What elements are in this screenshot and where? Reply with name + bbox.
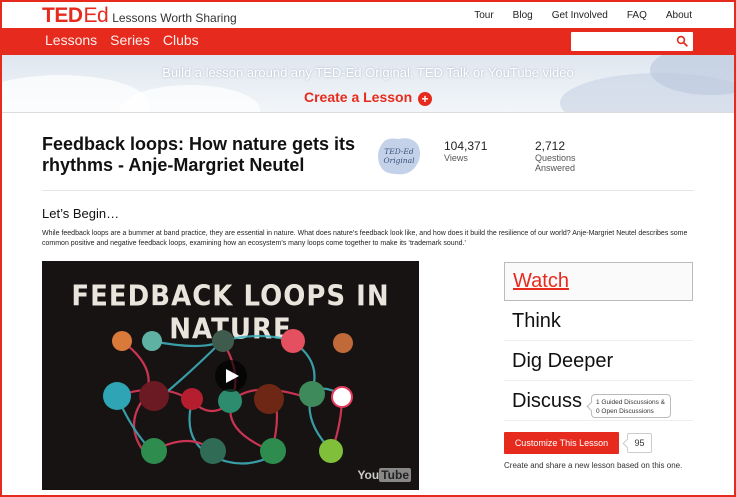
create-lesson-link[interactable]: Create a Lesson + — [0, 89, 736, 106]
node-icon — [212, 330, 234, 352]
tab-think[interactable]: Think — [504, 301, 693, 341]
banner-text: Build a lesson around any TED-Ed Origina… — [162, 65, 574, 80]
nav-clubs[interactable]: Clubs — [163, 32, 199, 48]
divider — [42, 190, 694, 191]
video-player[interactable]: FEEDBACK LOOPS IN NATURE You Tube — [42, 261, 419, 490]
lets-begin-heading: Let’s Begin… — [42, 206, 120, 221]
plus-icon: + — [418, 92, 433, 106]
feedback-loop-illustration — [103, 329, 353, 465]
youtube-logo[interactable]: You Tube — [357, 468, 411, 482]
logo-ed: Ed — [83, 4, 109, 27]
search-icon[interactable] — [676, 35, 688, 47]
ted-ed-logo[interactable]: TED Ed Lessons Worth Sharing — [42, 4, 237, 28]
discussion-count-bubble: 1 Guided Discussions & 0 Open Discussion… — [591, 394, 671, 418]
node-icon — [218, 389, 242, 413]
questions-count: 2,712 — [535, 139, 566, 153]
main-nav-bar: Lessons Series Clubs — [0, 28, 736, 55]
customize-count-badge: 95 — [627, 433, 652, 453]
main-nav: Lessons Series Clubs — [45, 32, 199, 48]
customize-lesson-button[interactable]: Customize This Lesson — [504, 432, 619, 454]
tab-watch[interactable]: Watch — [504, 262, 693, 301]
node-icon — [142, 331, 162, 351]
node-icon — [181, 388, 203, 410]
node-icon — [254, 384, 284, 414]
search-box — [571, 32, 693, 52]
questions-label-1: Questions — [535, 153, 576, 163]
node-icon — [112, 331, 132, 351]
search-input[interactable] — [571, 32, 671, 52]
create-lesson-label: Create a Lesson — [303, 89, 413, 105]
topnav-blog[interactable]: Blog — [513, 10, 533, 21]
logo-tagline: Lessons Worth Sharing — [112, 11, 237, 25]
views-label: Views — [444, 153, 468, 163]
lesson-title: Feedback loops: How nature gets its rhyt… — [42, 134, 356, 175]
topnav-tour[interactable]: Tour — [474, 10, 493, 21]
logo-ted: TED — [42, 4, 83, 27]
node-icon — [260, 438, 286, 464]
tab-dig-deeper[interactable]: Dig Deeper — [504, 341, 693, 381]
node-icon — [333, 333, 353, 353]
questions-stat: 2,712 Questions Answered — [535, 139, 576, 173]
node-icon — [281, 329, 305, 353]
views-stat: 104,371 Views — [444, 139, 487, 163]
node-icon — [103, 382, 131, 410]
node-icon — [139, 381, 169, 411]
nav-lessons[interactable]: Lessons — [45, 32, 97, 48]
guided-discussions-count: 1 Guided Discussions & — [596, 399, 666, 406]
open-discussions-count: 0 Open Discussions — [596, 408, 654, 415]
node-icon — [141, 438, 167, 464]
node-icon — [319, 439, 343, 463]
top-nav: Tour Blog Get Involved FAQ About — [474, 10, 692, 21]
top-bar: TED Ed Lessons Worth Sharing Tour Blog G… — [0, 0, 736, 28]
badge-line-2: Original — [383, 156, 415, 165]
node-icon — [331, 386, 353, 408]
customize-note: Create and share a new lesson based on t… — [504, 461, 683, 470]
lesson-description: While feedback loops are a bummer at ban… — [42, 230, 688, 247]
node-icon — [299, 381, 325, 407]
ted-ed-original-badge: TED-Ed Original — [378, 138, 421, 175]
create-lesson-banner: Build a lesson around any TED-Ed Origina… — [0, 55, 736, 113]
topnav-about[interactable]: About — [666, 10, 692, 21]
badge-line-1: TED-Ed — [384, 147, 414, 156]
topnav-get-involved[interactable]: Get Involved — [552, 10, 608, 21]
topnav-faq[interactable]: FAQ — [627, 10, 647, 21]
questions-label-2: Answered — [535, 163, 576, 173]
views-count: 104,371 — [444, 139, 488, 153]
nav-series[interactable]: Series — [110, 32, 150, 48]
node-icon — [200, 438, 226, 464]
